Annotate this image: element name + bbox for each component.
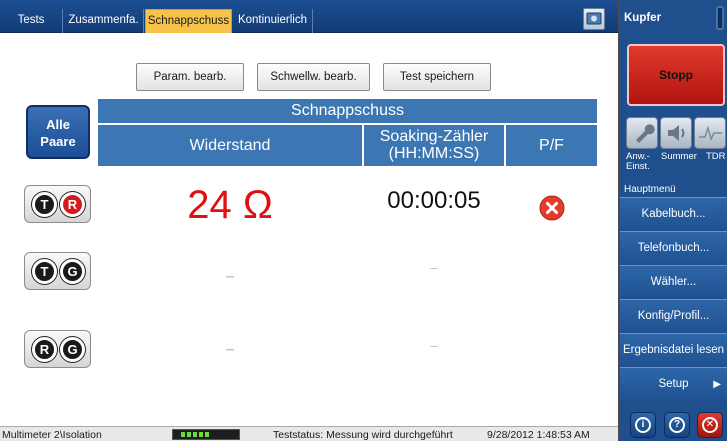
stop-button[interactable]: Stopp — [627, 44, 725, 106]
tab-continuous[interactable]: Kontinuierlich — [233, 9, 313, 33]
main-menu-header: Hauptmenü — [624, 184, 676, 195]
menu-setup[interactable]: Setup ▶ — [620, 367, 727, 400]
column-header-soak-counter: Soaking-Zähler (HH:MM:SS) — [364, 125, 504, 166]
status-mode: Multimeter 2\Isolation — [2, 429, 102, 441]
tab-bar: Tests Zusammenfa. Schnappschuss Kontinui… — [0, 0, 619, 33]
exit-button[interactable]: ✕ — [697, 412, 723, 438]
scroll-grip-icon — [716, 6, 724, 30]
tip-icon: T — [32, 192, 57, 217]
side-title: Kupfer — [624, 12, 662, 24]
resistance-value-r-g: – — [225, 341, 235, 358]
tip-icon: T — [32, 259, 57, 284]
all-pairs-label-2: Paare — [40, 134, 76, 149]
edit-parameters-button[interactable]: Param. bearb. — [136, 63, 244, 91]
ground-icon: G — [60, 337, 85, 362]
save-test-button[interactable]: Test speichern — [383, 63, 491, 91]
app-settings-button[interactable] — [626, 117, 658, 149]
speaker-icon — [668, 125, 685, 141]
tdr-label: TDR — [706, 151, 726, 162]
pair-button-r-g[interactable]: R G — [24, 330, 91, 368]
main-content: Param. bearb. Schwellw. bearb. Test spei… — [0, 34, 618, 426]
menu-cable-book[interactable]: Kabelbuch... — [620, 197, 727, 230]
soak-value-t-r: 00:00:05 — [387, 187, 481, 214]
help-button[interactable]: ? — [664, 412, 690, 438]
menu-dialer[interactable]: Wähler... — [620, 265, 727, 298]
edit-thresholds-button[interactable]: Schwellw. bearb. — [257, 63, 370, 91]
arrow-right-icon: ▶ — [713, 379, 721, 390]
column-header-pass-fail: P/F — [506, 125, 597, 166]
menu-config-profile[interactable]: Konfig/Profil... — [620, 299, 727, 332]
all-pairs-label-1: Alle — [46, 117, 70, 132]
ring-icon: R — [60, 192, 85, 217]
column-header-resistance: Widerstand — [98, 125, 362, 166]
status-datetime: 9/28/2012 1:48:53 AM — [487, 429, 590, 441]
ground-icon: G — [60, 259, 85, 284]
status-bar: Multimeter 2\Isolation Teststatus: Messu… — [0, 426, 618, 441]
menu-read-results[interactable]: Ergebnisdatei lesen — [620, 333, 727, 366]
resistance-value-t-g: – — [225, 268, 235, 285]
tab-snapshot[interactable]: Schnappschuss — [145, 9, 232, 33]
tone-button[interactable] — [660, 117, 692, 149]
status-test: Teststatus: Messung wird durchgeführt — [273, 429, 453, 441]
tab-tests[interactable]: Tests — [0, 9, 63, 33]
all-pairs-button[interactable]: Alle Paare — [26, 105, 90, 159]
info-icon: i — [635, 417, 651, 433]
close-icon: ✕ — [702, 417, 718, 433]
table-title: Schnappschuss — [98, 99, 597, 123]
app-settings-label: Anw.- Einst. — [626, 151, 650, 172]
signal-meter — [172, 429, 240, 440]
resistance-value-t-r: 24 Ω — [187, 183, 273, 227]
fail-icon — [539, 195, 565, 221]
tdr-button[interactable] — [694, 117, 726, 149]
display-settings-icon — [586, 12, 602, 25]
wrench-icon — [636, 124, 655, 143]
soak-value-t-g: – — [430, 260, 438, 275]
side-panel: Kupfer Stopp Anw.- Einst. Summer TDR Haup… — [620, 0, 727, 441]
pair-button-t-g[interactable]: T G — [24, 252, 91, 290]
options-button[interactable] — [583, 8, 605, 30]
soak-header-line1: Soaking-Zähler — [379, 128, 489, 145]
help-icon: ? — [669, 417, 685, 433]
tdr-icon — [699, 125, 722, 142]
tone-label: Summer — [661, 151, 697, 162]
ring-icon: R — [32, 337, 57, 362]
pair-button-t-r[interactable]: T R — [24, 185, 91, 223]
menu-setup-label: Setup — [658, 378, 689, 390]
soak-header-line2: (HH:MM:SS) — [388, 145, 480, 162]
info-button[interactable]: i — [630, 412, 656, 438]
tab-summary[interactable]: Zusammenfa. — [64, 9, 144, 33]
soak-value-r-g: – — [430, 338, 438, 353]
menu-phone-book[interactable]: Telefonbuch... — [620, 231, 727, 264]
